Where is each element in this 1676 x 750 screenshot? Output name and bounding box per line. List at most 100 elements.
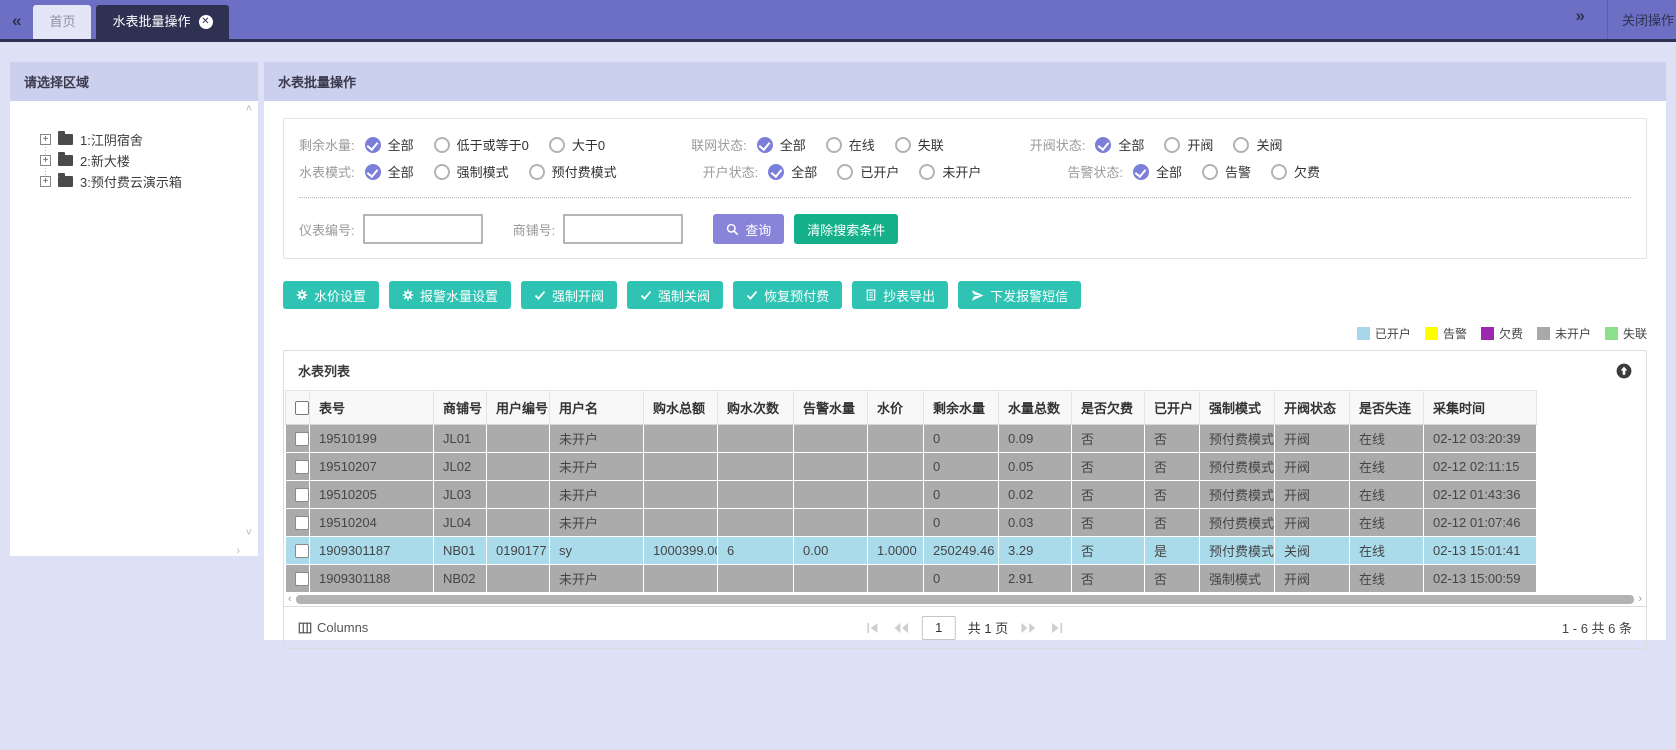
radio-checked-icon[interactable]: [365, 137, 381, 153]
column-header[interactable]: 采集时间: [1424, 391, 1537, 425]
hscroll-thumb[interactable]: [296, 595, 1635, 604]
table-row[interactable]: 19510207JL02未开户00.05否否预付费模式开阀在线02-12 02:…: [286, 453, 1537, 481]
action-button[interactable]: 报警水量设置: [389, 281, 511, 309]
radio-unchecked-icon[interactable]: [826, 137, 842, 153]
close-operations-menu[interactable]: 关闭操作: [1622, 10, 1676, 29]
scroll-down-icon[interactable]: ˅: [246, 527, 252, 539]
tabs-scroll-left-icon[interactable]: «: [0, 11, 33, 39]
last-page-icon[interactable]: [1049, 621, 1064, 635]
radio-option[interactable]: 强制模式: [434, 162, 509, 181]
column-header[interactable]: 告警水量: [794, 391, 868, 425]
radio-unchecked-icon[interactable]: [434, 164, 450, 180]
meter-number-input[interactable]: [363, 214, 483, 244]
scroll-up-icon[interactable]: ˄: [246, 103, 252, 115]
column-header[interactable]: 剩余水量: [924, 391, 999, 425]
radio-option[interactable]: 全部: [1133, 162, 1182, 181]
radio-unchecked-icon[interactable]: [434, 137, 450, 153]
row-checkbox[interactable]: [295, 544, 309, 558]
radio-option[interactable]: 未开户: [919, 162, 981, 181]
horizontal-scrollbar[interactable]: ‹ ›: [284, 593, 1646, 606]
column-header[interactable]: 水价: [868, 391, 924, 425]
radio-option[interactable]: 全部: [757, 135, 806, 154]
tab-batch-operation[interactable]: 水表批量操作✕: [96, 5, 228, 39]
row-checkbox[interactable]: [295, 460, 309, 474]
tree-node-3[interactable]: +3:预付费云演示箱: [40, 171, 250, 192]
radio-option[interactable]: 全部: [365, 162, 414, 181]
radio-unchecked-icon[interactable]: [1164, 137, 1180, 153]
column-header[interactable]: 购水总额: [644, 391, 718, 425]
first-page-icon[interactable]: [866, 621, 881, 635]
arrow-up-circle-icon[interactable]: [1616, 363, 1632, 379]
row-checkbox[interactable]: [295, 572, 309, 586]
clear-search-button[interactable]: 清除搜索条件: [794, 214, 898, 244]
radio-option[interactable]: 预付费模式: [529, 162, 617, 181]
radio-unchecked-icon[interactable]: [895, 137, 911, 153]
row-checkbox[interactable]: [295, 432, 309, 446]
radio-unchecked-icon[interactable]: [919, 164, 935, 180]
shop-number-input[interactable]: [563, 214, 683, 244]
radio-option[interactable]: 全部: [768, 162, 817, 181]
radio-option[interactable]: 在线: [826, 135, 875, 154]
radio-option[interactable]: 大于0: [549, 135, 605, 154]
radio-unchecked-icon[interactable]: [529, 164, 545, 180]
column-header[interactable]: 开阀状态: [1275, 391, 1350, 425]
expand-plus-icon[interactable]: +: [40, 176, 51, 187]
action-button[interactable]: 抄表导出: [852, 281, 948, 309]
radio-option[interactable]: 全部: [365, 135, 414, 154]
table-row[interactable]: 1909301187NB010190177sy1000399.0060.001.…: [286, 537, 1537, 565]
tab-home[interactable]: 首页: [33, 5, 91, 39]
column-header[interactable]: 购水次数: [718, 391, 794, 425]
radio-unchecked-icon[interactable]: [1202, 164, 1218, 180]
radio-option[interactable]: 关阀: [1233, 135, 1282, 154]
page-number-input[interactable]: [922, 616, 956, 640]
radio-option[interactable]: 开阀: [1164, 135, 1213, 154]
radio-unchecked-icon[interactable]: [1271, 164, 1287, 180]
column-header[interactable]: 水量总数: [999, 391, 1072, 425]
action-button[interactable]: 水价设置: [283, 281, 379, 309]
radio-checked-icon[interactable]: [1133, 164, 1149, 180]
column-header[interactable]: 表号: [310, 391, 434, 425]
column-header[interactable]: 强制模式: [1200, 391, 1275, 425]
radio-checked-icon[interactable]: [768, 164, 784, 180]
radio-checked-icon[interactable]: [757, 137, 773, 153]
column-header[interactable]: 是否欠费: [1072, 391, 1145, 425]
tree-node-2[interactable]: +2:新大楼: [40, 150, 250, 171]
hscroll-right-icon[interactable]: ›: [1638, 593, 1642, 606]
columns-button[interactable]: Columns: [298, 620, 368, 635]
tab-close-icon[interactable]: ✕: [199, 15, 213, 29]
select-all-checkbox[interactable]: [295, 401, 309, 415]
radio-unchecked-icon[interactable]: [549, 137, 565, 153]
tree-node-label[interactable]: 1:江阴宿舍: [80, 130, 143, 149]
row-checkbox[interactable]: [295, 488, 309, 502]
table-row[interactable]: 1909301188NB02未开户02.91否否强制模式开阀在线02-13 15…: [286, 565, 1537, 593]
radio-checked-icon[interactable]: [1095, 137, 1111, 153]
column-header[interactable]: 用户名: [550, 391, 644, 425]
action-button[interactable]: 恢复预付费: [733, 281, 842, 309]
radio-option[interactable]: 欠费: [1271, 162, 1320, 181]
column-header[interactable]: 是否失连: [1350, 391, 1424, 425]
column-header[interactable]: 用户编号: [487, 391, 550, 425]
radio-option[interactable]: 已开户: [837, 162, 899, 181]
radio-unchecked-icon[interactable]: [837, 164, 853, 180]
prev-page-icon[interactable]: [893, 621, 910, 635]
tree-node-label[interactable]: 3:预付费云演示箱: [80, 172, 182, 191]
column-header[interactable]: 已开户: [1145, 391, 1200, 425]
radio-option[interactable]: 低于或等于0: [434, 135, 529, 154]
table-row[interactable]: 19510199JL01未开户00.09否否预付费模式开阀在线02-12 03:…: [286, 425, 1537, 453]
radio-option[interactable]: 全部: [1095, 135, 1144, 154]
expand-plus-icon[interactable]: +: [40, 134, 51, 145]
row-checkbox[interactable]: [295, 516, 309, 530]
action-button[interactable]: 下发报警短信: [958, 281, 1081, 309]
action-button[interactable]: 强制关阀: [627, 281, 723, 309]
query-button[interactable]: 查询: [713, 214, 784, 244]
radio-option[interactable]: 告警: [1202, 162, 1251, 181]
radio-unchecked-icon[interactable]: [1233, 137, 1249, 153]
column-header[interactable]: 商铺号: [434, 391, 487, 425]
tree-node-label[interactable]: 2:新大楼: [80, 151, 130, 170]
tabs-scroll-right-icon[interactable]: »: [1564, 6, 1597, 34]
hscroll-left-icon[interactable]: ‹: [288, 593, 292, 606]
action-button[interactable]: 强制开阀: [521, 281, 617, 309]
radio-checked-icon[interactable]: [365, 164, 381, 180]
table-row[interactable]: 19510205JL03未开户00.02否否预付费模式开阀在线02-12 01:…: [286, 481, 1537, 509]
radio-option[interactable]: 失联: [895, 135, 944, 154]
